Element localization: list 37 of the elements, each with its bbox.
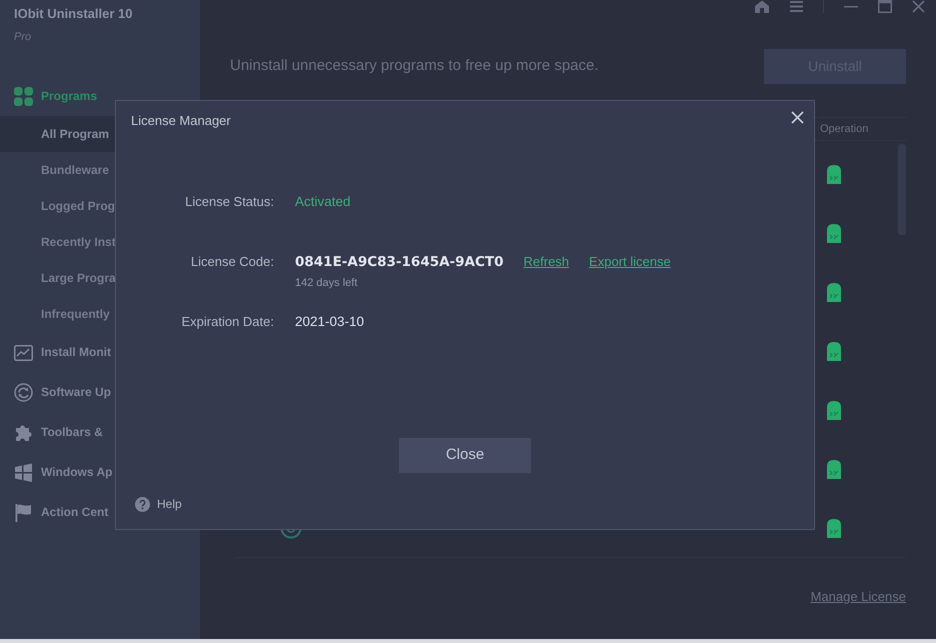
column-header: Operation: [820, 122, 870, 137]
maximize-icon[interactable]: [878, 0, 892, 13]
trash-can-icon[interactable]: [826, 282, 842, 302]
sidebar-item[interactable]: Install Monit: [0, 332, 200, 372]
sidebar-item[interactable]: Software Up: [0, 372, 200, 412]
date-value: 2021-03-10: [295, 313, 364, 331]
trash-can-icon[interactable]: [826, 518, 842, 538]
license-code: 0841E-A9C83-1645A-9ACT0: [295, 253, 504, 272]
circular-arrows-icon: [14, 382, 33, 402]
field-label: License Code:: [190, 253, 274, 271]
edition-label: Pro: [13, 30, 32, 45]
license-link[interactable]: Export license: [589, 252, 671, 272]
status-value: Activated: [295, 193, 351, 211]
manage-license-link[interactable]: Manage License: [810, 589, 906, 604]
trash-can-icon[interactable]: [826, 222, 842, 242]
days-left-note: 142 days left: [295, 276, 358, 290]
chart-icon: [14, 342, 33, 362]
four-panes-icon: [14, 462, 33, 482]
flag-icon: [14, 502, 33, 522]
help-link[interactable]: Help: [157, 495, 182, 513]
help-icon[interactable]: [135, 496, 150, 512]
trash-can-icon[interactable]: [826, 340, 842, 360]
four-squares-icon: [14, 86, 33, 106]
trash-can-icon[interactable]: [826, 458, 842, 478]
field-label: Expiration Date:: [180, 313, 274, 331]
menu-icon[interactable]: [790, 0, 803, 13]
trash-can-icon[interactable]: [826, 164, 842, 184]
trash-can-icon[interactable]: [826, 400, 842, 420]
close-button[interactable]: Close: [399, 438, 531, 473]
app-title: IObit Uninstaller 10: [13, 5, 134, 23]
sidebar-item[interactable]: Toolbars &: [0, 412, 200, 452]
field-label: License Status:: [184, 193, 274, 211]
puzzle-icon: [14, 422, 33, 442]
license-link[interactable]: Refresh: [524, 252, 570, 272]
house-icon[interactable]: [754, 0, 770, 13]
tagline: Uninstall unnecessary programs to free up more space.: [230, 56, 599, 76]
sidebar-item[interactable]: Windows Ap: [0, 452, 200, 492]
